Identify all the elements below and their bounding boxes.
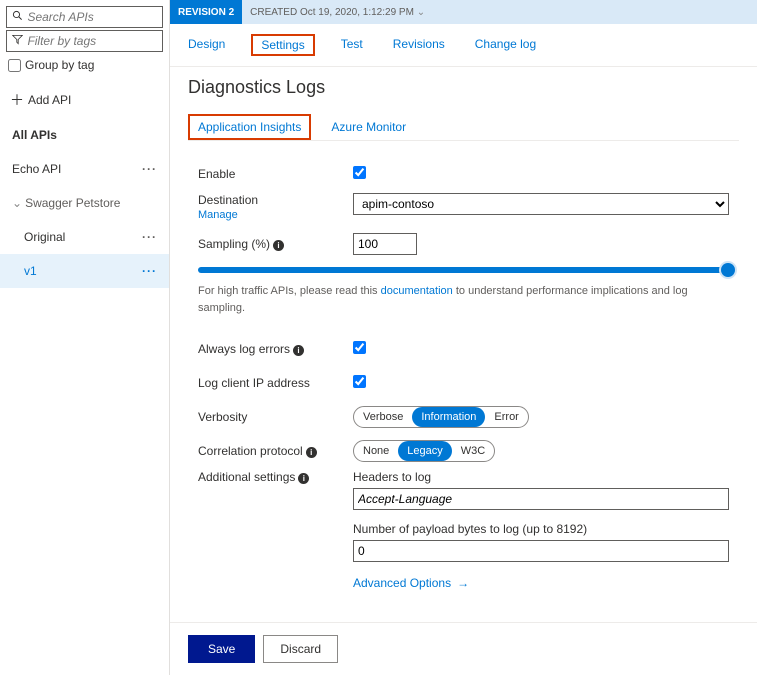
log-ip-label: Log client IP address	[198, 376, 353, 390]
footer-actions: Save Discard	[170, 622, 757, 675]
sampling-label: Sampling (%)	[198, 237, 270, 251]
payload-bytes-input[interactable]	[353, 540, 729, 562]
payload-bytes-label: Number of payload bytes to log (up to 81…	[353, 522, 729, 536]
destination-label: Destination	[198, 193, 258, 207]
chevron-down-icon: ⌄	[417, 7, 425, 18]
ellipsis-icon[interactable]: ···	[142, 230, 157, 244]
sampling-slider[interactable]	[198, 267, 729, 273]
tab-settings[interactable]: Settings	[251, 34, 314, 56]
info-icon[interactable]: i	[306, 447, 317, 458]
sidebar-item-label: All APIs	[12, 128, 57, 142]
group-by-tag-row[interactable]: Group by tag	[0, 54, 169, 76]
pill-none[interactable]: None	[354, 441, 398, 461]
page-title: Diagnostics Logs	[188, 77, 739, 98]
always-log-label: Always log errors	[198, 342, 290, 356]
sub-tabs: Application Insights Azure Monitor	[188, 114, 739, 141]
ellipsis-icon[interactable]: ···	[142, 264, 157, 278]
log-ip-checkbox[interactable]	[353, 375, 366, 388]
revision-bar: REVISION 2 CREATED Oct 19, 2020, 1:12:29…	[170, 0, 757, 24]
chevron-down-icon: ⌄	[12, 196, 22, 210]
tab-test[interactable]: Test	[337, 34, 367, 56]
info-icon[interactable]: i	[273, 240, 284, 251]
correlation-label: Correlation protocol	[198, 444, 303, 458]
correlation-pills: None Legacy W3C	[353, 440, 495, 462]
search-icon	[11, 10, 23, 24]
arrow-right-icon: →	[457, 576, 469, 590]
sampling-help-text: For high traffic APIs, please read this …	[198, 283, 729, 316]
sampling-input[interactable]	[353, 233, 417, 255]
sidebar-item-label: v1	[24, 264, 37, 278]
sidebar-item-petstore[interactable]: ⌄Swagger Petstore	[0, 186, 169, 220]
sidebar-item-label: Original	[24, 230, 65, 244]
search-apis-input[interactable]	[27, 10, 158, 24]
tab-design[interactable]: Design	[184, 34, 229, 56]
enable-label: Enable	[198, 167, 353, 181]
subtab-app-insights[interactable]: Application Insights	[188, 114, 311, 140]
search-apis-box[interactable]	[6, 6, 163, 28]
sidebar-item-label: Swagger Petstore	[25, 196, 120, 210]
sidebar-item-v1[interactable]: v1 ···	[0, 254, 169, 288]
ellipsis-icon[interactable]: ···	[142, 162, 157, 176]
sidebar-item-original[interactable]: Original ···	[0, 220, 169, 254]
group-by-tag-checkbox[interactable]	[8, 59, 21, 72]
plus-icon: ＋	[10, 90, 24, 110]
documentation-link[interactable]: documentation	[381, 285, 453, 297]
revision-badge: REVISION 2	[170, 0, 242, 24]
info-icon[interactable]: i	[298, 473, 309, 484]
add-api-button[interactable]: ＋ Add API	[0, 76, 169, 118]
group-by-tag-label: Group by tag	[25, 58, 94, 72]
tab-revisions[interactable]: Revisions	[389, 34, 449, 56]
slider-thumb[interactable]	[721, 263, 735, 277]
main-tabs: Design Settings Test Revisions Change lo…	[170, 24, 757, 67]
tab-changelog[interactable]: Change log	[471, 34, 540, 56]
pill-verbose[interactable]: Verbose	[354, 407, 412, 427]
headers-input[interactable]	[353, 488, 729, 510]
sidebar-item-echo[interactable]: Echo API ···	[0, 152, 169, 186]
subtab-azure-monitor[interactable]: Azure Monitor	[329, 114, 408, 140]
pill-information[interactable]: Information	[412, 407, 485, 427]
destination-select[interactable]: apim-contoso	[353, 193, 729, 215]
filter-icon	[11, 34, 23, 48]
additional-label: Additional settings	[198, 470, 295, 484]
pill-error[interactable]: Error	[485, 407, 527, 427]
always-log-checkbox[interactable]	[353, 341, 366, 354]
manage-link[interactable]: Manage	[198, 209, 238, 221]
add-api-label: Add API	[28, 93, 71, 107]
sidebar-item-label: Echo API	[12, 162, 61, 176]
save-button[interactable]: Save	[188, 635, 255, 663]
pill-w3c[interactable]: W3C	[452, 441, 494, 461]
discard-button[interactable]: Discard	[263, 635, 338, 663]
verbosity-pills: Verbose Information Error	[353, 406, 529, 428]
revision-created[interactable]: CREATED Oct 19, 2020, 1:12:29 PM ⌄	[242, 7, 433, 18]
info-icon[interactable]: i	[293, 345, 304, 356]
headers-to-log-label: Headers to log	[353, 470, 729, 484]
sidebar-item-all-apis[interactable]: All APIs	[0, 118, 169, 152]
advanced-options-link[interactable]: Advanced Options →	[353, 576, 469, 590]
filter-tags-box[interactable]	[6, 30, 163, 52]
pill-legacy[interactable]: Legacy	[398, 441, 451, 461]
filter-tags-input[interactable]	[27, 34, 158, 48]
verbosity-label: Verbosity	[198, 410, 353, 424]
enable-checkbox[interactable]	[353, 166, 366, 179]
